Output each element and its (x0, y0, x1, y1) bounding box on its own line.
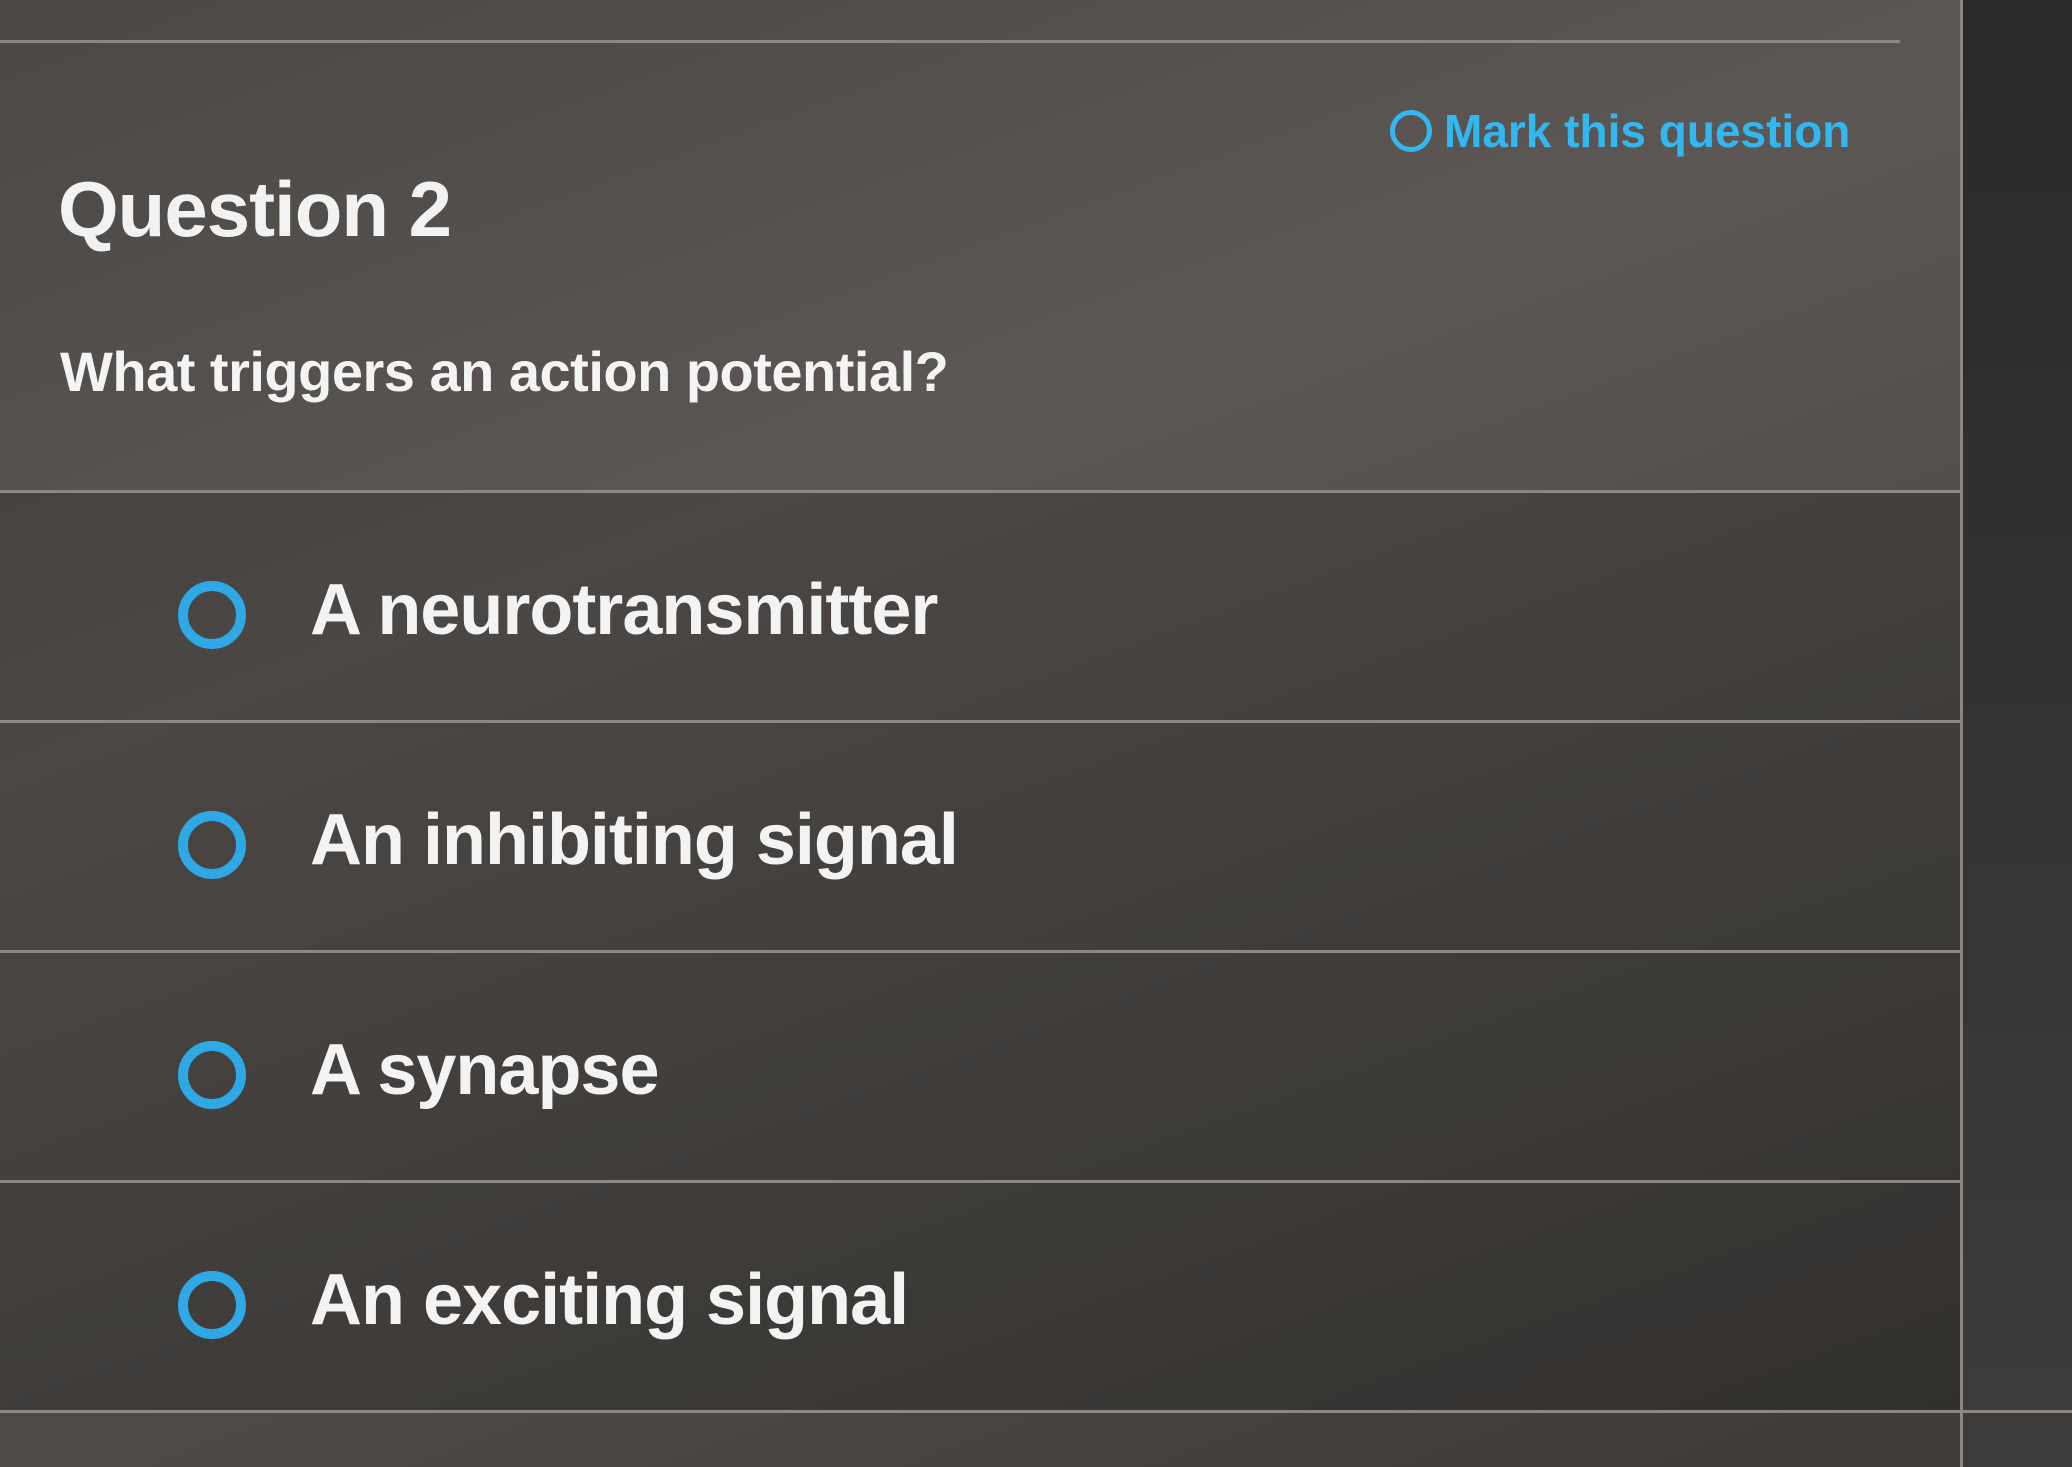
answer-options: A neurotransmitter An inhibiting signal … (0, 490, 1960, 1410)
quiz-screen: Question 2 What triggers an action poten… (0, 0, 2072, 1467)
answer-label: An inhibiting signal (310, 800, 959, 880)
side-panel (1963, 0, 2072, 1467)
radio-button[interactable] (178, 1041, 246, 1109)
mark-question-toggle[interactable]: Mark this question (1390, 104, 1850, 158)
question-card: Question 2 What triggers an action poten… (0, 0, 2072, 1467)
answer-option[interactable]: A neurotransmitter (0, 490, 1960, 720)
radio-button[interactable] (178, 1271, 246, 1339)
divider (0, 40, 1900, 43)
radio-button[interactable] (178, 581, 246, 649)
answer-option[interactable]: An inhibiting signal (0, 720, 1960, 950)
answer-label: A synapse (310, 1030, 660, 1110)
answer-label: A neurotransmitter (310, 570, 938, 650)
answer-option[interactable]: A synapse (0, 950, 1960, 1180)
radio-button[interactable] (178, 811, 246, 879)
question-header: Question 2 What triggers an action poten… (0, 44, 1960, 484)
answer-label: An exciting signal (310, 1260, 909, 1340)
divider (0, 1410, 2072, 1413)
question-title: Question 2 (58, 165, 452, 253)
circle-icon (1390, 110, 1432, 152)
question-prompt: What triggers an action potential? (60, 340, 949, 403)
answer-option[interactable]: An exciting signal (0, 1180, 1960, 1410)
mark-question-label: Mark this question (1444, 105, 1851, 157)
